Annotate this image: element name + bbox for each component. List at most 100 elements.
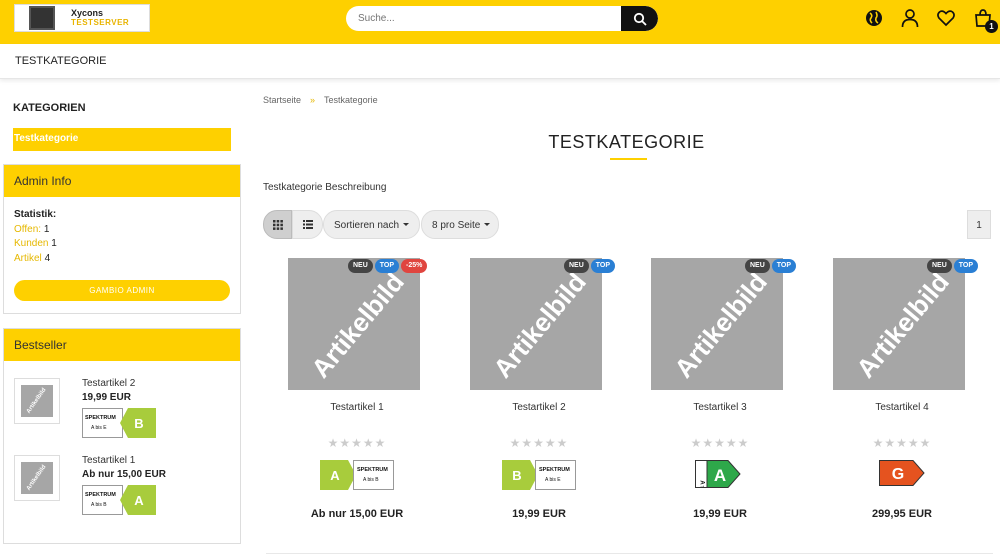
image-placeholder-text: Artikelbild: [487, 266, 592, 384]
label-class: A: [134, 493, 144, 508]
badge-group: NEU TOP: [745, 259, 797, 273]
product-price: 19,99 EUR: [512, 508, 566, 520]
sort-label: Sortieren nach: [334, 220, 400, 231]
label-class: G: [892, 466, 904, 483]
nav-item-testkategorie[interactable]: TESTKATEGORIE: [15, 55, 106, 67]
product-thumbnail[interactable]: Artikelbild: [14, 455, 60, 501]
artikel-link[interactable]: Artikel: [14, 253, 42, 264]
thumbnail-placeholder-text: Artikelbild: [26, 464, 48, 492]
new-badge: NEU: [927, 259, 952, 273]
page-title: TESTKATEGORIE: [548, 132, 705, 152]
grid-view-button[interactable]: [263, 210, 292, 239]
search-bar: [346, 6, 658, 31]
energy-label: SPEKTRUM A bis B A: [82, 485, 156, 515]
product-name[interactable]: Testartikel 4: [811, 402, 993, 413]
admin-info-box: Admin Info Statistik: Offen: 1 Kunden 1 …: [3, 164, 241, 314]
breadcrumb-home[interactable]: Startseite: [263, 95, 301, 105]
energy-label: B SPEKTRUM A bis E: [502, 460, 576, 490]
product-card[interactable]: Artikelbild NEU TOP Testartikel 2 ★★★★★ B SPEK…: [448, 258, 630, 554]
pagination-page[interactable]: 1: [967, 210, 991, 239]
discount-badge: -25%: [401, 259, 428, 273]
product-price: 19,99 EUR: [82, 392, 131, 403]
product-image[interactable]: Artikelbild: [651, 258, 783, 390]
top-header: Xycons TESTSERVER 1: [0, 0, 1000, 44]
globe-icon[interactable]: [864, 8, 884, 28]
main-content: Startseite » Testkategorie TESTKATEGORIE T…: [248, 80, 1000, 554]
badge-group: NEU TOP: [564, 259, 616, 273]
top-badge: TOP: [374, 259, 400, 273]
bestseller-item[interactable]: Artikelbild Testartikel 2 19,99 EUR SPEK…: [14, 378, 236, 438]
label-class: B: [134, 416, 143, 431]
product-image[interactable]: Artikelbild: [288, 258, 420, 390]
product-name[interactable]: Testartikel 2: [448, 402, 630, 413]
categories-heading: KATEGORIEN: [13, 102, 86, 114]
statistics-label: Statistik:: [14, 209, 57, 220]
top-badge: TOP: [590, 259, 616, 273]
product-name[interactable]: Testartikel 1: [82, 455, 135, 466]
breadcrumb-separator: »: [310, 95, 316, 105]
admin-info-heading: Admin Info: [4, 165, 240, 197]
new-badge: NEU: [745, 259, 770, 273]
label-title: SPEKTRUM: [85, 492, 116, 498]
product-image[interactable]: Artikelbild: [833, 258, 965, 390]
breadcrumb: Startseite » Testkategorie: [263, 95, 378, 105]
label-class: A: [714, 466, 726, 485]
energy-label: A SPEKTRUM A bis B: [320, 460, 394, 490]
rating-stars: ★★★★★: [690, 436, 750, 450]
product-price: 19,99 EUR: [693, 508, 747, 520]
top-badge: TOP: [953, 259, 979, 273]
offen-link[interactable]: Offen:: [14, 224, 41, 235]
artikel-count: 4: [44, 252, 51, 264]
bestseller-item[interactable]: Artikelbild Testartikel 1 Ab nur 15,00 E…: [14, 455, 236, 515]
gambio-admin-button[interactable]: GAMBIO ADMIN: [14, 280, 230, 301]
caret-down-icon: [484, 223, 491, 226]
stat-row-offen: Offen: 1: [14, 223, 240, 238]
rating-stars: ★★★★★: [509, 436, 569, 450]
label-title: SPEKTRUM: [357, 467, 388, 473]
label-scale: A↑E: [699, 480, 705, 488]
image-placeholder-text: Artikelbild: [850, 266, 955, 384]
per-page-dropdown[interactable]: 8 pro Seite: [421, 210, 499, 239]
bestseller-box: Bestseller Artikelbild Testartikel 2 19,…: [3, 328, 241, 544]
shop-logo[interactable]: Xycons TESTSERVER: [14, 4, 150, 32]
offen-count: 1: [43, 223, 50, 235]
cart-count-badge: 1: [985, 20, 998, 33]
product-price: Ab nur 15,00 EUR: [310, 508, 404, 520]
label-range: A bis B: [363, 477, 379, 483]
thumbnail-placeholder-text: Artikelbild: [26, 387, 48, 415]
rating-stars: ★★★★★: [872, 436, 932, 450]
badge-group: NEU TOP: [927, 259, 979, 273]
list-view-button[interactable]: [292, 210, 323, 239]
search-icon: [633, 12, 647, 26]
kunden-count: 1: [51, 238, 57, 249]
bestseller-heading: Bestseller: [4, 329, 240, 361]
label-range: A bis B: [91, 502, 107, 508]
product-card[interactable]: Artikelbild NEU TOP -25% Testartikel 1 ★★★★★ A…: [266, 258, 448, 554]
label-class: B: [512, 468, 521, 483]
product-card[interactable]: Artikelbild NEU TOP Testartikel 4 ★★★★★ G 299,…: [811, 258, 993, 554]
badge-group: NEU TOP -25%: [348, 259, 428, 273]
grid-icon: [272, 219, 283, 230]
sort-dropdown[interactable]: Sortieren nach: [323, 210, 420, 239]
product-image[interactable]: Artikelbild: [470, 258, 602, 390]
logo-text: Xycons: [71, 8, 104, 18]
product-name[interactable]: Testartikel 3: [629, 402, 811, 413]
heart-icon[interactable]: [936, 8, 956, 28]
category-description: Testkategorie Beschreibung: [263, 182, 387, 193]
product-name[interactable]: Testartikel 1: [266, 402, 448, 413]
product-card[interactable]: Artikelbild NEU TOP Testartikel 3 ★★★★★ A↑E A 1…: [629, 258, 811, 554]
kunden-link[interactable]: Kunden: [14, 238, 48, 249]
search-button[interactable]: [621, 6, 658, 31]
sidebar-item-testkategorie[interactable]: Testkategorie: [13, 128, 231, 151]
product-name[interactable]: Testartikel 2: [82, 378, 135, 389]
breadcrumb-current: Testkategorie: [324, 95, 378, 105]
list-icon: [302, 220, 313, 229]
search-input[interactable]: [358, 6, 618, 31]
user-icon[interactable]: [900, 8, 920, 28]
stat-row-kunden: Kunden 1: [14, 237, 240, 252]
logo-subtext: TESTSERVER: [71, 18, 130, 27]
product-thumbnail[interactable]: Artikelbild: [14, 378, 60, 424]
label-range: A bis E: [91, 425, 107, 431]
image-placeholder-text: Artikelbild: [305, 266, 410, 384]
stat-row-artikel: Artikel 4: [14, 252, 240, 267]
